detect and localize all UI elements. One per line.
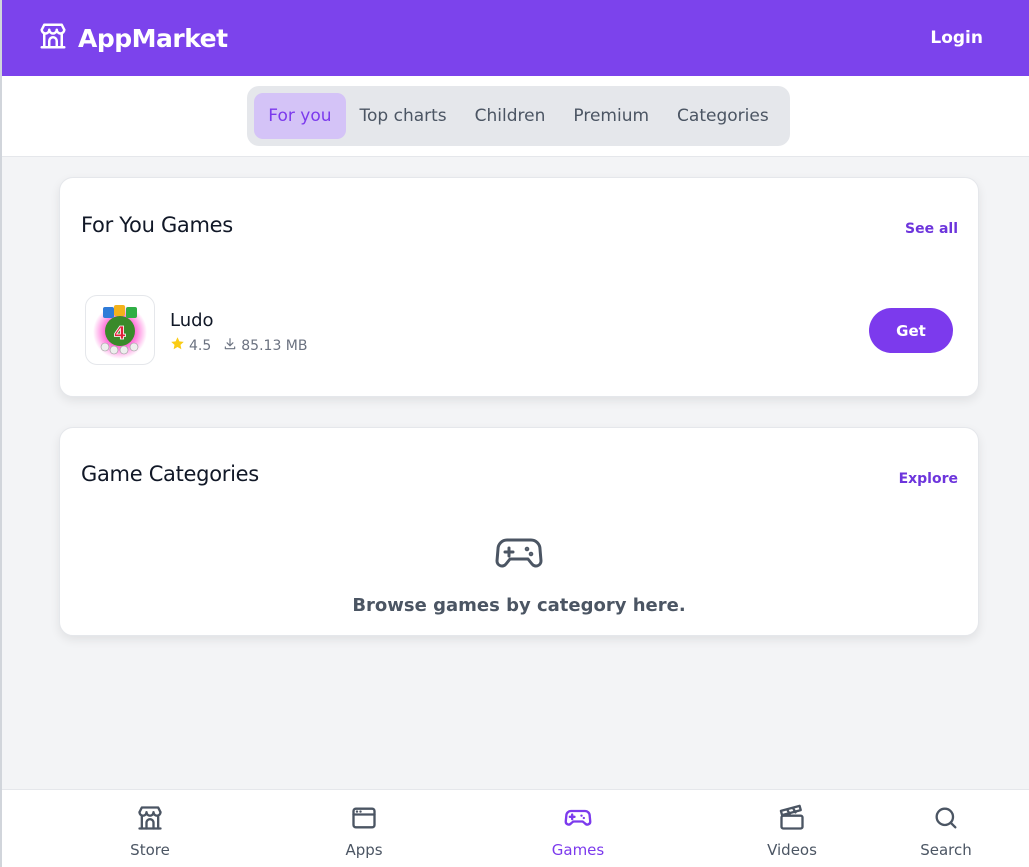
nav-label: Store	[130, 841, 170, 859]
tab-top-charts[interactable]: Top charts	[346, 93, 461, 139]
nav-label: Search	[920, 841, 972, 859]
browser-window-icon	[350, 804, 378, 836]
section-title: Game Categories	[81, 462, 259, 486]
tab-children[interactable]: Children	[461, 93, 560, 139]
nav-item-videos[interactable]: Videos	[752, 804, 832, 859]
store-icon	[136, 804, 164, 836]
nav-item-apps[interactable]: Apps	[324, 804, 404, 859]
tab-for-you[interactable]: For you	[254, 93, 346, 139]
nav-label: Games	[551, 841, 605, 859]
app-name[interactable]: Ludo	[170, 310, 214, 331]
nav-item-search[interactable]: Search	[906, 804, 986, 859]
gamepad-icon	[495, 534, 543, 578]
bottom-nav: Store Apps Games Videos Search	[2, 789, 1029, 867]
tab-premium[interactable]: Premium	[559, 93, 663, 139]
app-size: 85.13 MB	[241, 337, 308, 354]
search-icon	[932, 804, 960, 836]
svg-text:4: 4	[114, 323, 127, 344]
empty-state-text: Browse games by category here.	[352, 595, 686, 616]
brand-title: AppMarket	[78, 23, 228, 53]
see-all-link[interactable]: See all	[905, 221, 958, 237]
explore-link[interactable]: Explore	[899, 471, 958, 487]
app-rating: 4.5	[189, 337, 212, 354]
star-icon	[170, 336, 185, 355]
brand[interactable]: AppMarket	[38, 21, 228, 55]
nav-item-games[interactable]: Games	[538, 804, 618, 859]
app-meta: 4.5 85.13 MB	[170, 336, 307, 355]
nav-item-store[interactable]: Store	[110, 804, 190, 859]
app-header: AppMarket Login	[2, 0, 1029, 76]
section-title: For You Games	[81, 213, 233, 237]
game-categories-card: Game Categories Explore Browse games by …	[59, 427, 979, 636]
app-icon-ludo[interactable]: 4	[85, 295, 155, 365]
tabs-bar: For you Top charts Children Premium Cate…	[2, 76, 1029, 157]
nav-label: Videos	[767, 841, 817, 859]
store-icon	[38, 21, 68, 55]
tab-group: For you Top charts Children Premium Cate…	[247, 86, 790, 146]
for-you-games-card: For You Games See all 4 Ludo 4.5 85.13 M…	[59, 177, 979, 397]
tab-categories[interactable]: Categories	[663, 93, 783, 139]
login-button[interactable]: Login	[930, 28, 983, 48]
nav-label: Apps	[345, 841, 383, 859]
clapperboard-icon	[778, 804, 806, 836]
get-button[interactable]: Get	[869, 308, 953, 353]
gamepad-icon	[564, 804, 592, 836]
download-icon	[223, 337, 237, 355]
